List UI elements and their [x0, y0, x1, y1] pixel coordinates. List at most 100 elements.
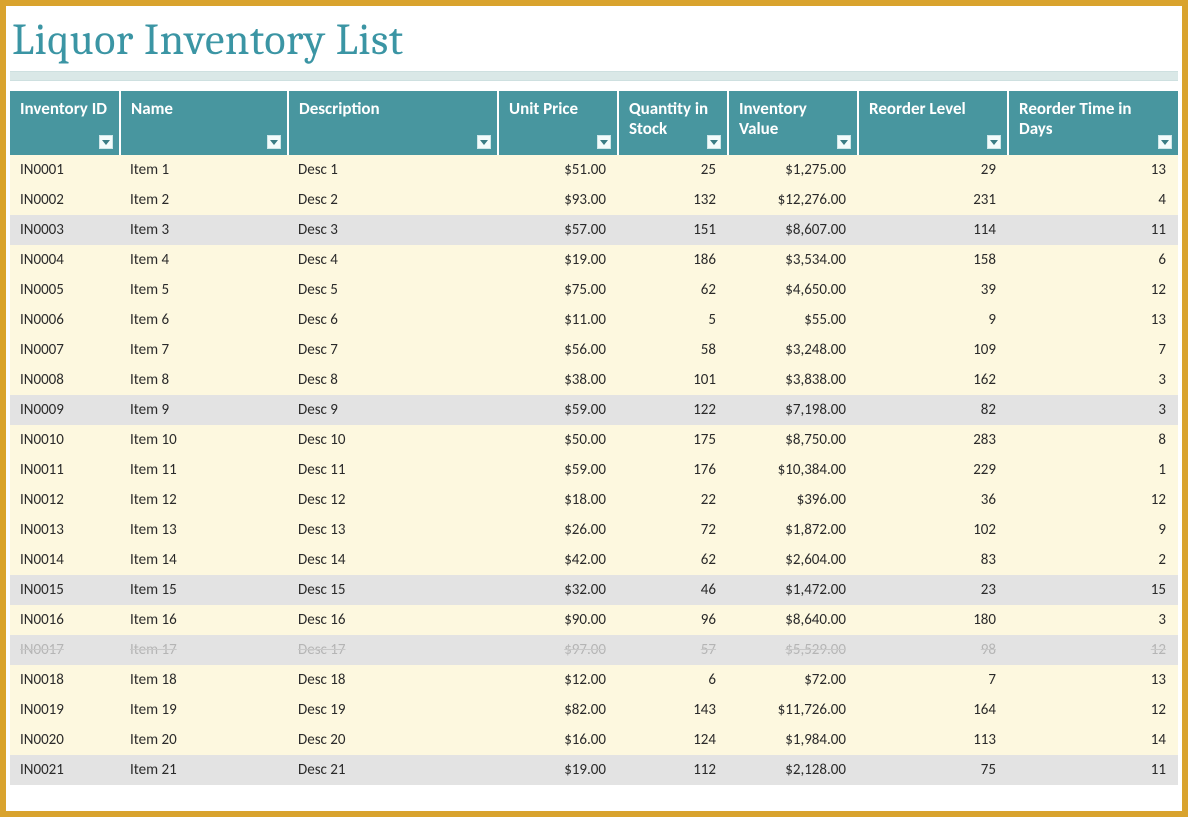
- cell-name[interactable]: Item 19: [120, 695, 288, 725]
- cell-value[interactable]: $10,384.00: [728, 455, 858, 485]
- table-row[interactable]: IN0013Item 13Desc 13$26.0072$1,872.00102…: [10, 515, 1178, 545]
- cell-days[interactable]: 12: [1008, 275, 1178, 305]
- table-row[interactable]: IN0002Item 2Desc 2$93.00132$12,276.00231…: [10, 185, 1178, 215]
- cell-price[interactable]: $32.00: [498, 575, 618, 605]
- cell-value[interactable]: $5,529.00: [728, 635, 858, 665]
- cell-days[interactable]: 13: [1008, 665, 1178, 695]
- cell-desc[interactable]: Desc 13: [288, 515, 498, 545]
- cell-qty[interactable]: 124: [618, 725, 728, 755]
- column-header-price[interactable]: Unit Price: [498, 91, 618, 155]
- cell-name[interactable]: Item 2: [120, 185, 288, 215]
- cell-days[interactable]: 13: [1008, 305, 1178, 335]
- cell-price[interactable]: $82.00: [498, 695, 618, 725]
- cell-price[interactable]: $26.00: [498, 515, 618, 545]
- cell-qty[interactable]: 112: [618, 755, 728, 785]
- column-header-qty[interactable]: Quantity in Stock: [618, 91, 728, 155]
- cell-reorder[interactable]: 75: [858, 755, 1008, 785]
- cell-desc[interactable]: Desc 7: [288, 335, 498, 365]
- filter-dropdown-icon[interactable]: [597, 135, 611, 149]
- cell-name[interactable]: Item 21: [120, 755, 288, 785]
- cell-qty[interactable]: 46: [618, 575, 728, 605]
- cell-id[interactable]: IN0012: [10, 485, 120, 515]
- cell-desc[interactable]: Desc 3: [288, 215, 498, 245]
- cell-qty[interactable]: 101: [618, 365, 728, 395]
- cell-price[interactable]: $59.00: [498, 395, 618, 425]
- cell-id[interactable]: IN0017: [10, 635, 120, 665]
- table-row[interactable]: IN0012Item 12Desc 12$18.0022$396.003612: [10, 485, 1178, 515]
- cell-id[interactable]: IN0006: [10, 305, 120, 335]
- cell-value[interactable]: $8,607.00: [728, 215, 858, 245]
- cell-desc[interactable]: Desc 16: [288, 605, 498, 635]
- cell-name[interactable]: Item 1: [120, 155, 288, 185]
- cell-qty[interactable]: 62: [618, 275, 728, 305]
- table-row[interactable]: IN0019Item 19Desc 19$82.00143$11,726.001…: [10, 695, 1178, 725]
- cell-qty[interactable]: 58: [618, 335, 728, 365]
- cell-id[interactable]: IN0001: [10, 155, 120, 185]
- cell-name[interactable]: Item 11: [120, 455, 288, 485]
- cell-price[interactable]: $93.00: [498, 185, 618, 215]
- cell-value[interactable]: $3,534.00: [728, 245, 858, 275]
- cell-id[interactable]: IN0011: [10, 455, 120, 485]
- filter-dropdown-icon[interactable]: [1158, 135, 1172, 149]
- column-header-days[interactable]: Reorder Time in Days: [1008, 91, 1178, 155]
- cell-days[interactable]: 7: [1008, 335, 1178, 365]
- cell-name[interactable]: Item 6: [120, 305, 288, 335]
- cell-qty[interactable]: 5: [618, 305, 728, 335]
- column-header-desc[interactable]: Description: [288, 91, 498, 155]
- table-row[interactable]: IN0003Item 3Desc 3$57.00151$8,607.001141…: [10, 215, 1178, 245]
- cell-price[interactable]: $50.00: [498, 425, 618, 455]
- cell-qty[interactable]: 186: [618, 245, 728, 275]
- cell-name[interactable]: Item 9: [120, 395, 288, 425]
- cell-qty[interactable]: 176: [618, 455, 728, 485]
- cell-days[interactable]: 3: [1008, 395, 1178, 425]
- table-row[interactable]: IN0021Item 21Desc 21$19.00112$2,128.0075…: [10, 755, 1178, 785]
- table-row[interactable]: IN0017Item 17Desc 17$97.0057$5,529.00981…: [10, 635, 1178, 665]
- cell-desc[interactable]: Desc 14: [288, 545, 498, 575]
- cell-name[interactable]: Item 14: [120, 545, 288, 575]
- cell-desc[interactable]: Desc 10: [288, 425, 498, 455]
- cell-qty[interactable]: 25: [618, 155, 728, 185]
- cell-qty[interactable]: 151: [618, 215, 728, 245]
- table-row[interactable]: IN0005Item 5Desc 5$75.0062$4,650.003912: [10, 275, 1178, 305]
- column-header-id[interactable]: Inventory ID: [10, 91, 120, 155]
- table-row[interactable]: IN0008Item 8Desc 8$38.00101$3,838.001623: [10, 365, 1178, 395]
- filter-dropdown-icon[interactable]: [99, 135, 113, 149]
- cell-days[interactable]: 13: [1008, 155, 1178, 185]
- cell-value[interactable]: $2,604.00: [728, 545, 858, 575]
- cell-id[interactable]: IN0018: [10, 665, 120, 695]
- cell-qty[interactable]: 175: [618, 425, 728, 455]
- table-row[interactable]: IN0011Item 11Desc 11$59.00176$10,384.002…: [10, 455, 1178, 485]
- cell-reorder[interactable]: 36: [858, 485, 1008, 515]
- table-row[interactable]: IN0014Item 14Desc 14$42.0062$2,604.00832: [10, 545, 1178, 575]
- cell-reorder[interactable]: 158: [858, 245, 1008, 275]
- cell-value[interactable]: $1,472.00: [728, 575, 858, 605]
- column-header-reorder[interactable]: Reorder Level: [858, 91, 1008, 155]
- cell-reorder[interactable]: 29: [858, 155, 1008, 185]
- cell-id[interactable]: IN0005: [10, 275, 120, 305]
- cell-value[interactable]: $7,198.00: [728, 395, 858, 425]
- cell-id[interactable]: IN0010: [10, 425, 120, 455]
- cell-value[interactable]: $55.00: [728, 305, 858, 335]
- cell-reorder[interactable]: 83: [858, 545, 1008, 575]
- cell-reorder[interactable]: 231: [858, 185, 1008, 215]
- cell-reorder[interactable]: 114: [858, 215, 1008, 245]
- cell-desc[interactable]: Desc 12: [288, 485, 498, 515]
- cell-desc[interactable]: Desc 20: [288, 725, 498, 755]
- cell-value[interactable]: $11,726.00: [728, 695, 858, 725]
- cell-qty[interactable]: 132: [618, 185, 728, 215]
- cell-reorder[interactable]: 283: [858, 425, 1008, 455]
- column-header-value[interactable]: Inventory Value: [728, 91, 858, 155]
- cell-id[interactable]: IN0016: [10, 605, 120, 635]
- cell-desc[interactable]: Desc 9: [288, 395, 498, 425]
- cell-value[interactable]: $8,750.00: [728, 425, 858, 455]
- table-row[interactable]: IN0010Item 10Desc 10$50.00175$8,750.0028…: [10, 425, 1178, 455]
- cell-id[interactable]: IN0013: [10, 515, 120, 545]
- cell-value[interactable]: $2,128.00: [728, 755, 858, 785]
- cell-name[interactable]: Item 3: [120, 215, 288, 245]
- cell-price[interactable]: $11.00: [498, 305, 618, 335]
- cell-id[interactable]: IN0019: [10, 695, 120, 725]
- cell-value[interactable]: $3,838.00: [728, 365, 858, 395]
- cell-id[interactable]: IN0021: [10, 755, 120, 785]
- cell-id[interactable]: IN0015: [10, 575, 120, 605]
- cell-name[interactable]: Item 7: [120, 335, 288, 365]
